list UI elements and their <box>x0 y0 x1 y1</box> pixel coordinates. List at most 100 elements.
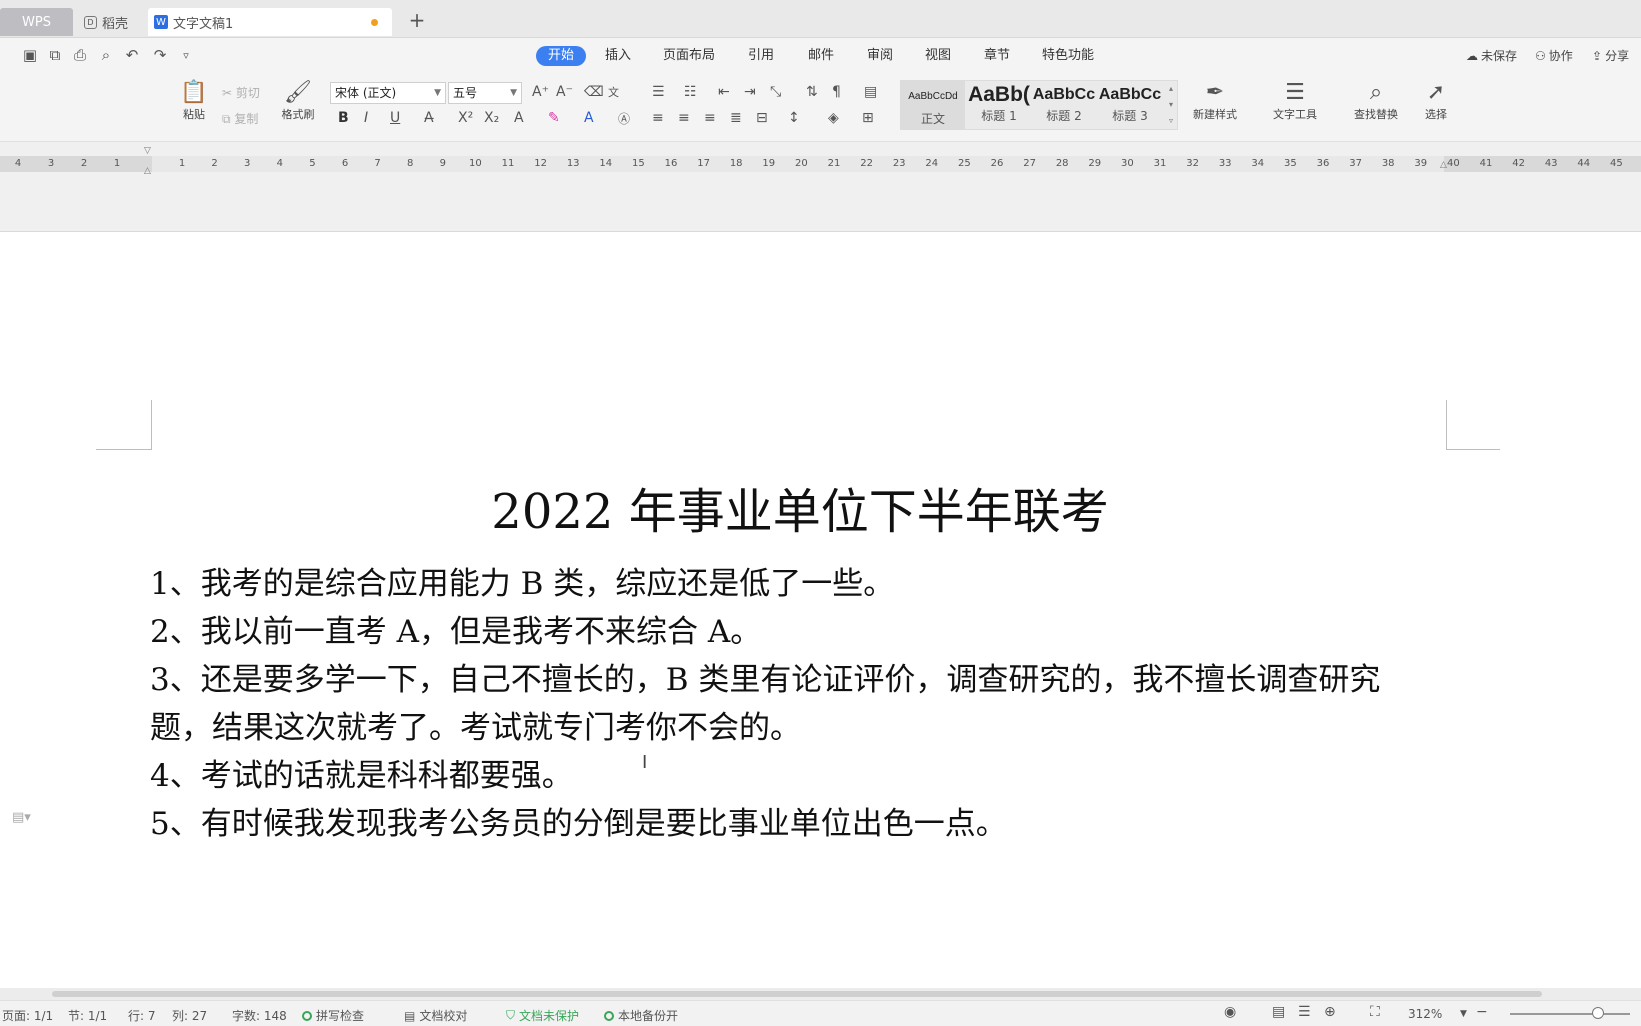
italic-icon[interactable]: I <box>364 110 368 126</box>
outline-view-icon[interactable]: ☰ <box>1298 1004 1311 1020</box>
bullets-icon[interactable]: ☰ <box>652 84 665 100</box>
font-color-icon[interactable]: A <box>584 110 594 126</box>
document-title[interactable]: 2022 年事业单位下半年联考 <box>0 472 1600 542</box>
side-doc-icon[interactable]: ▤▾ <box>12 810 31 825</box>
menu-mailings[interactable]: 邮件 <box>808 46 834 66</box>
paste-button[interactable]: 📋 粘贴 <box>174 80 214 122</box>
collab-button[interactable]: ⚇ 协作 <box>1535 47 1573 64</box>
justify-icon[interactable]: ≣ <box>730 110 742 126</box>
increase-indent-icon[interactable]: ⇥ <box>744 84 756 100</box>
text-effect-icon[interactable]: A <box>514 110 524 126</box>
save-icon[interactable]: ▣ <box>20 46 40 64</box>
show-marks-icon[interactable]: ¶ <box>832 84 841 100</box>
numbering-icon[interactable]: ☷ <box>684 84 697 100</box>
format-painter-button[interactable]: 🖌 格式刷 <box>276 80 320 122</box>
tab-daoke[interactable]: D 稻壳 <box>76 8 146 36</box>
clear-format-icon[interactable]: ⌫ <box>584 84 604 100</box>
subscript-icon[interactable]: X₂ <box>484 110 499 126</box>
menu-review[interactable]: 审阅 <box>867 46 893 66</box>
style-heading-3[interactable]: AaBbCc 标题 3 <box>1097 81 1163 129</box>
bold-icon[interactable]: B <box>338 110 349 126</box>
document-page[interactable]: 2022 年事业单位下半年联考 1、我考的是综合应用能力 B 类，综应还是低了一… <box>0 232 1641 988</box>
menu-references[interactable]: 引用 <box>748 46 774 66</box>
highlight-icon[interactable]: ✎ <box>548 110 560 126</box>
document-line[interactable]: 1、我考的是综合应用能力 B 类，综应还是低了一些。 <box>150 558 894 603</box>
tab-document[interactable]: W 文字文稿1 <box>148 8 392 36</box>
grow-font-icon[interactable]: A⁺ <box>532 84 549 100</box>
new-tab-button[interactable]: + <box>404 8 430 32</box>
redo-icon[interactable]: ↷ <box>150 46 170 64</box>
scrollbar-thumb[interactable] <box>52 991 1542 997</box>
line-spacing-icon[interactable]: ↕ <box>788 110 800 126</box>
cut-button[interactable]: ✂ 剪切 <box>222 84 260 101</box>
menu-chapter[interactable]: 章节 <box>984 46 1010 66</box>
undo-icon[interactable]: ↶ <box>122 46 142 64</box>
shading-icon[interactable]: ◈ <box>828 110 839 126</box>
font-name-select[interactable]: 宋体 (正文) ▼ <box>330 82 446 104</box>
zoom-slider[interactable] <box>1510 1013 1630 1015</box>
distribute-icon[interactable]: ⊟ <box>756 110 768 126</box>
backup-button[interactable]: 本地备份开 <box>604 1007 678 1024</box>
web-view-icon[interactable]: ⊕ <box>1324 1004 1336 1020</box>
menu-page-layout[interactable]: 页面布局 <box>663 46 715 66</box>
print-preview-icon[interactable]: ⌕ <box>96 46 116 64</box>
char-border-icon[interactable]: Ⓐ <box>618 110 630 127</box>
eye-icon[interactable]: ◉ <box>1224 1004 1236 1020</box>
style-scroll-icon[interactable]: ▴ ▾ ▿ <box>1165 81 1177 129</box>
protect-button[interactable]: ⛉ 文档未保护 <box>506 1007 579 1024</box>
decrease-indent-icon[interactable]: ⇤ <box>718 84 730 100</box>
select-button[interactable]: ➚ 选择 <box>1416 80 1456 122</box>
print-icon[interactable]: ⎙ <box>70 46 90 64</box>
spell-check-button[interactable]: 拼写检查 <box>302 1007 364 1024</box>
shrink-font-icon[interactable]: A⁻ <box>556 84 573 100</box>
find-replace-button[interactable]: ⌕ 查找替换 <box>1346 80 1406 122</box>
phonetic-icon[interactable]: 文 <box>608 84 619 100</box>
save-as-icon[interactable]: ⧉ <box>45 46 65 64</box>
font-size-select[interactable]: 五号 ▼ <box>448 82 522 104</box>
zoom-out-icon[interactable]: − <box>1476 1004 1488 1020</box>
text-tools-button[interactable]: ☰ 文字工具 <box>1264 80 1326 122</box>
status-page[interactable]: 页面: 1/1 <box>2 1007 53 1024</box>
menu-features[interactable]: 特色功能 <box>1042 46 1094 66</box>
style-heading-1[interactable]: AaBb( 标题 1 <box>967 81 1031 129</box>
copy-button[interactable]: ⧉ 复制 <box>222 110 258 127</box>
style-normal[interactable]: AaBbCcDd 正文 <box>901 81 965 129</box>
menu-home[interactable]: 开始 <box>536 46 587 66</box>
fit-icon[interactable]: ⛶ <box>1370 1004 1380 1020</box>
document-line[interactable]: 3、还是要多学一下，自己不擅长的，B 类里有论证评价，调查研究的，我不擅长调查研… <box>150 654 1380 699</box>
underline-icon[interactable]: U <box>390 110 400 126</box>
left-indent-marker-icon[interactable]: △ <box>144 166 151 176</box>
status-words[interactable]: 字数: 148 <box>232 1007 287 1024</box>
document-line[interactable]: 4、考试的话就是科科都要强。 <box>150 750 573 795</box>
align-center-icon[interactable]: ≡ <box>678 110 690 126</box>
align-right-icon[interactable]: ≡ <box>704 110 716 126</box>
right-indent-marker-icon[interactable]: △ <box>1440 160 1447 170</box>
strikethrough-icon[interactable]: A̶ <box>424 110 434 126</box>
new-style-button[interactable]: ✒ 新建样式 <box>1180 80 1250 122</box>
proof-button[interactable]: ▤ 文档校对 <box>404 1007 467 1024</box>
first-indent-marker-icon[interactable]: ▽ <box>144 146 151 156</box>
document-line[interactable]: 5、有时候我发现我考公务员的分倒是要比事业单位出色一点。 <box>150 798 1007 843</box>
document-line[interactable]: 2、我以前一直考 A，但是我考不来综合 A。 <box>150 606 761 651</box>
page-view-icon[interactable]: ▤ <box>1272 1004 1285 1020</box>
text-direction-icon[interactable]: ⤡ <box>770 84 781 100</box>
unsaved-label: 未保存 <box>1481 49 1518 63</box>
menu-insert[interactable]: 插入 <box>605 46 631 66</box>
customize-chevron-icon[interactable]: ▿ <box>176 49 196 62</box>
tab-wps[interactable]: WPS <box>0 8 73 36</box>
zoom-chevron-icon[interactable]: ▼ <box>1460 1009 1467 1019</box>
horizontal-scrollbar[interactable] <box>0 988 1641 1000</box>
style-heading-2[interactable]: AaBbCc 标题 2 <box>1031 81 1097 129</box>
document-line[interactable]: 题，结果这次就考了。考试就专门考你不会的。 <box>150 702 801 747</box>
font-size-value: 五号 <box>453 86 478 100</box>
share-button[interactable]: ⇪ 分享 <box>1592 47 1629 64</box>
table-icon[interactable]: ▤ <box>864 84 877 100</box>
unsaved-button[interactable]: ☁ 未保存 <box>1466 47 1517 64</box>
menu-view[interactable]: 视图 <box>925 46 951 66</box>
zoom-value[interactable]: 312% <box>1408 1007 1442 1021</box>
zoom-slider-knob[interactable] <box>1592 1007 1604 1019</box>
sort-icon[interactable]: ⇅ <box>806 84 818 100</box>
align-left-icon[interactable]: ≡ <box>652 110 664 126</box>
borders-icon[interactable]: ⊞ <box>862 110 874 126</box>
superscript-icon[interactable]: X² <box>458 110 473 126</box>
